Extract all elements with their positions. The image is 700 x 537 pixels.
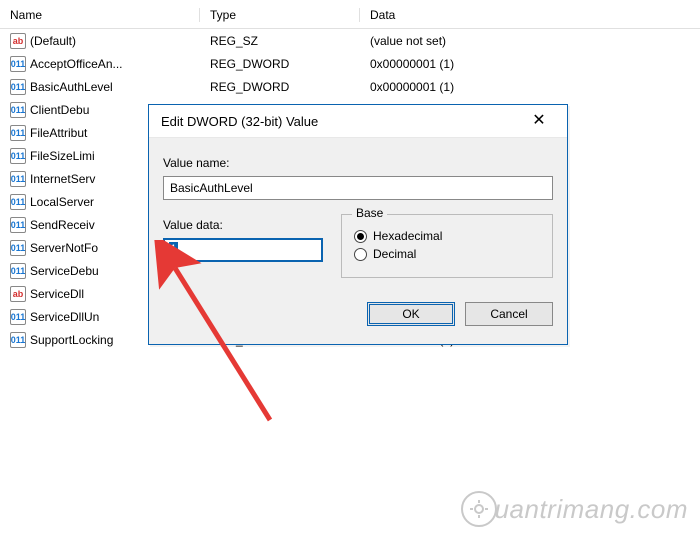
cell-data: 0x00000001 (1) xyxy=(360,80,700,94)
column-header-name[interactable]: Name xyxy=(0,8,200,22)
reg-dword-icon: 011 xyxy=(10,309,26,325)
value-name-text: ClientDebu xyxy=(30,103,89,117)
value-name-text: (Default) xyxy=(30,34,76,48)
value-name-text: ServiceDllUn xyxy=(30,310,99,324)
watermark-text: uantrimang.com xyxy=(495,494,688,525)
dialog-title-text: Edit DWORD (32-bit) Value xyxy=(161,114,318,129)
value-name-text: AcceptOfficeAn... xyxy=(30,57,123,71)
registry-row[interactable]: 011 BasicAuthLevel REG_DWORD0x00000001 (1) xyxy=(0,75,700,98)
base-group: Base Hexadecimal Decimal xyxy=(341,214,553,278)
reg-dword-icon: 011 xyxy=(10,194,26,210)
reg-string-icon: ab xyxy=(10,33,26,49)
dialog-titlebar[interactable]: Edit DWORD (32-bit) Value ✕ xyxy=(149,105,567,138)
column-header-type[interactable]: Type xyxy=(200,8,360,22)
value-name-input[interactable] xyxy=(163,176,553,200)
close-button[interactable]: ✕ xyxy=(521,113,557,129)
reg-dword-icon: 011 xyxy=(10,102,26,118)
reg-dword-icon: 011 xyxy=(10,240,26,256)
cell-type: REG_SZ xyxy=(200,34,360,48)
cell-type: REG_DWORD xyxy=(200,80,360,94)
radio-hexadecimal[interactable]: Hexadecimal xyxy=(354,229,540,243)
base-legend: Base xyxy=(352,206,387,220)
value-name-text: SendReceiv xyxy=(30,218,95,232)
cell-data: 0x00000001 (1) xyxy=(360,57,700,71)
registry-row[interactable]: 011 AcceptOfficeAn... REG_DWORD0x00000001 … xyxy=(0,52,700,75)
radio-icon xyxy=(354,248,367,261)
value-name-text: BasicAuthLevel xyxy=(30,80,113,94)
value-data-label: Value data: xyxy=(163,218,323,232)
registry-row[interactable]: ab (Default) REG_SZ(value not set) xyxy=(0,29,700,52)
value-name-text: ServiceDll xyxy=(30,287,84,301)
value-name-text: FileSizeLimi xyxy=(30,149,95,163)
reg-dword-icon: 011 xyxy=(10,171,26,187)
cancel-button[interactable]: Cancel xyxy=(465,302,553,326)
value-name-text: ServerNotFo xyxy=(30,241,98,255)
radio-decimal[interactable]: Decimal xyxy=(354,247,540,261)
reg-dword-icon: 011 xyxy=(10,217,26,233)
value-name-text: ServiceDebu xyxy=(30,264,99,278)
value-name-text: InternetServ xyxy=(30,172,95,186)
value-name-text: SupportLocking xyxy=(30,333,113,347)
cell-name: 011 AcceptOfficeAn... xyxy=(0,56,200,72)
reg-dword-icon: 011 xyxy=(10,56,26,72)
radio-icon xyxy=(354,230,367,243)
cell-type: REG_DWORD xyxy=(200,57,360,71)
cell-name: ab (Default) xyxy=(0,33,200,49)
reg-dword-icon: 011 xyxy=(10,148,26,164)
cell-name: 011 BasicAuthLevel xyxy=(0,79,200,95)
reg-dword-icon: 011 xyxy=(10,79,26,95)
ok-button[interactable]: OK xyxy=(367,302,455,326)
column-headers: Name Type Data xyxy=(0,4,700,29)
value-data-input[interactable]: 1 xyxy=(163,238,323,262)
watermark: uantrimang.com xyxy=(461,491,688,527)
reg-string-icon: ab xyxy=(10,286,26,302)
cell-data: (value not set) xyxy=(360,34,700,48)
value-name-text: FileAttribut xyxy=(30,126,87,140)
edit-dword-dialog: Edit DWORD (32-bit) Value ✕ Value name: … xyxy=(148,104,568,345)
radio-label: Hexadecimal xyxy=(373,229,442,243)
reg-dword-icon: 011 xyxy=(10,263,26,279)
reg-dword-icon: 011 xyxy=(10,125,26,141)
watermark-logo-icon xyxy=(461,491,497,527)
radio-label: Decimal xyxy=(373,247,416,261)
value-name-text: LocalServer xyxy=(30,195,94,209)
value-name-label: Value name: xyxy=(163,156,553,170)
reg-dword-icon: 011 xyxy=(10,332,26,348)
column-header-data[interactable]: Data xyxy=(360,8,700,22)
